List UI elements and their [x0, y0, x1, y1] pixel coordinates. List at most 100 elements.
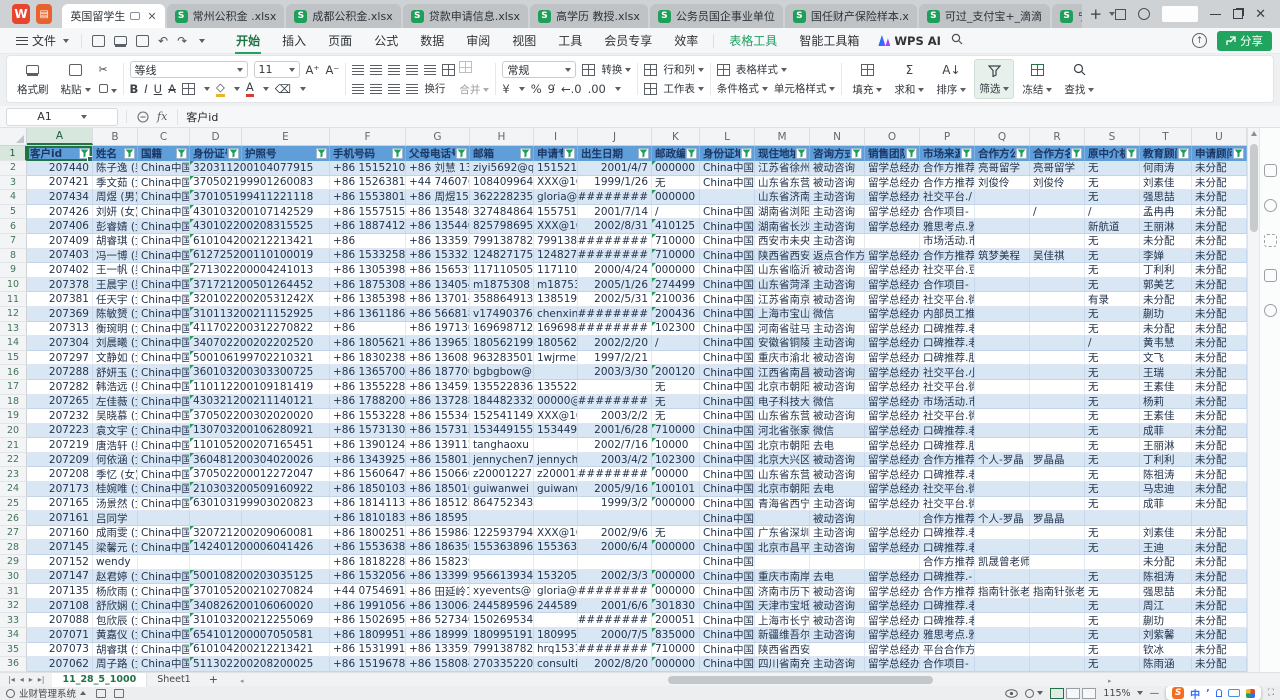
cell[interactable]: 207421	[27, 176, 93, 191]
cell[interactable]: 2001/6/6	[578, 599, 652, 614]
cut-icon[interactable]: ✂	[99, 63, 117, 76]
cell[interactable]	[470, 511, 534, 526]
cell[interactable]: +86	[330, 234, 406, 249]
cell[interactable]: +86 1354866895	[406, 205, 470, 220]
column-header-E[interactable]: E	[242, 128, 330, 145]
cell[interactable]: 610104200212213421	[190, 643, 242, 658]
cell[interactable]: 207145	[27, 540, 93, 555]
cell[interactable]: 未分配	[1192, 219, 1247, 234]
cell[interactable]: 留学总经办	[865, 584, 920, 599]
cell[interactable]: China中国	[138, 219, 190, 234]
cell[interactable]: China中国	[700, 161, 755, 176]
row-header-25[interactable]: 25	[0, 497, 27, 512]
cell[interactable]: +86 1391129694	[406, 438, 470, 453]
cell[interactable]: +86 1370140948	[406, 292, 470, 307]
cell[interactable]: 000000	[652, 190, 700, 205]
percent-button[interactable]: %	[531, 82, 542, 96]
row-header-14[interactable]: 14	[0, 336, 27, 351]
cell[interactable]: 口碑推荐.老	[920, 599, 975, 614]
cell[interactable]	[652, 555, 700, 570]
cell[interactable]	[975, 336, 1030, 351]
filter-dropdown-icon[interactable]	[1178, 148, 1189, 159]
cell[interactable]: China中国	[700, 555, 755, 570]
cell[interactable]: 刘晨曦 (女	[93, 336, 138, 351]
sogou-icon[interactable]: S	[1172, 687, 1184, 699]
cell[interactable]: +86 1372884680	[406, 395, 470, 410]
cell[interactable]: 310113200211152925	[190, 307, 242, 322]
cell[interactable]: 155751588	[534, 205, 578, 220]
cell[interactable]: ########	[578, 613, 652, 628]
cell[interactable]: +86 52734062	[406, 613, 470, 628]
cell[interactable]: 安徽省铜陵	[755, 336, 810, 351]
sheet-tab[interactable]: Sheet1	[147, 674, 201, 685]
cell[interactable]: 被动咨询	[810, 453, 865, 468]
cell[interactable]: 000000	[652, 497, 700, 512]
cell[interactable]: China中国	[138, 322, 190, 337]
document-tab[interactable]: S常州公积金 .xlsx	[167, 4, 285, 28]
cell[interactable]: 无	[1085, 657, 1140, 672]
cell[interactable]: 陕西省西安	[755, 249, 810, 264]
cell[interactable]: 无	[1085, 526, 1140, 541]
cell[interactable]: 370105200210270824	[190, 584, 242, 599]
cell[interactable]: 主动咨询	[810, 234, 865, 249]
cell[interactable]: 江西省南昌	[755, 365, 810, 380]
cell[interactable]: 612725200110100019	[190, 249, 242, 264]
row-header-36[interactable]: 36	[0, 657, 27, 672]
cell[interactable]: 蒯玏	[1140, 307, 1192, 322]
filter-dropdown-icon[interactable]	[686, 148, 697, 159]
menu-tab-智能工具箱[interactable]: 智能工具箱	[788, 28, 870, 54]
filter-dropdown-icon[interactable]	[520, 148, 531, 159]
row-header-9[interactable]: 9	[0, 263, 27, 278]
save-icon[interactable]	[92, 35, 105, 47]
cell[interactable]: 山东省东营	[755, 409, 810, 424]
cell[interactable]: 王迪	[1140, 540, 1192, 555]
cell[interactable]	[975, 219, 1030, 234]
cell[interactable]	[1030, 409, 1085, 424]
cell[interactable]: China中国	[700, 409, 755, 424]
cell[interactable]: 153449155	[534, 424, 578, 439]
cell[interactable]	[242, 511, 330, 526]
file-menu[interactable]: 文件	[8, 32, 77, 49]
cell[interactable]	[975, 643, 1030, 658]
cell[interactable]: 留学总经办	[865, 190, 920, 205]
cell[interactable]: 留学总经办	[865, 482, 920, 497]
cell[interactable]: 000000	[652, 584, 700, 599]
cell[interactable]	[975, 307, 1030, 322]
document-tab[interactable]: S可过_支付宝+_滴滴	[919, 4, 1050, 28]
cell[interactable]: 主动咨询	[810, 278, 865, 293]
cell[interactable]: 207282	[27, 380, 93, 395]
cell[interactable]: 500108200203035125	[190, 570, 242, 585]
cell[interactable]: China中国	[700, 205, 755, 220]
cell[interactable]: 王素佳	[1140, 380, 1192, 395]
cell[interactable]: 赵君婷 (女	[93, 570, 138, 585]
sheet-tab-active[interactable]: 11_28_5_1000	[52, 673, 147, 687]
cell[interactable]: 留学总经办	[865, 628, 920, 643]
cell[interactable]: 未分配	[1192, 438, 1247, 453]
cell[interactable]: 陈祖涛	[1140, 467, 1192, 482]
cell[interactable]: 强思喆	[1140, 190, 1192, 205]
cell[interactable]: 117110505	[470, 263, 534, 278]
menu-tab-插入[interactable]: 插入	[271, 28, 317, 54]
cell[interactable]: 210036	[652, 292, 700, 307]
cell[interactable]: 未分配	[1192, 497, 1247, 512]
cell[interactable]	[1030, 336, 1085, 351]
field-header-cell[interactable]: 合作方公	[975, 146, 1030, 161]
align-top-icon[interactable]	[352, 65, 364, 75]
cell[interactable]: +86 1360831276	[406, 351, 470, 366]
cell[interactable]: 被动咨询	[810, 511, 865, 526]
cell[interactable]: China中国	[138, 263, 190, 278]
cell[interactable]: 留学总经办	[865, 643, 920, 658]
row-header-6[interactable]: 6	[0, 219, 27, 234]
cell[interactable]: ########	[578, 467, 652, 482]
cell[interactable]: 710000	[652, 234, 700, 249]
cell[interactable]: 合作方推荐	[920, 249, 975, 264]
cell[interactable]: 市场活动.市	[920, 395, 975, 410]
find-button[interactable]: 查找	[1060, 59, 1098, 99]
cell[interactable]: China中国	[700, 438, 755, 453]
cell[interactable]: ########	[578, 395, 652, 410]
cell[interactable]: +86 1345982452	[406, 380, 470, 395]
cell[interactable]	[1030, 365, 1085, 380]
cell[interactable]: +86 56681836	[406, 307, 470, 322]
column-header-O[interactable]: O	[865, 128, 920, 145]
cell[interactable]: 被动咨询	[810, 351, 865, 366]
